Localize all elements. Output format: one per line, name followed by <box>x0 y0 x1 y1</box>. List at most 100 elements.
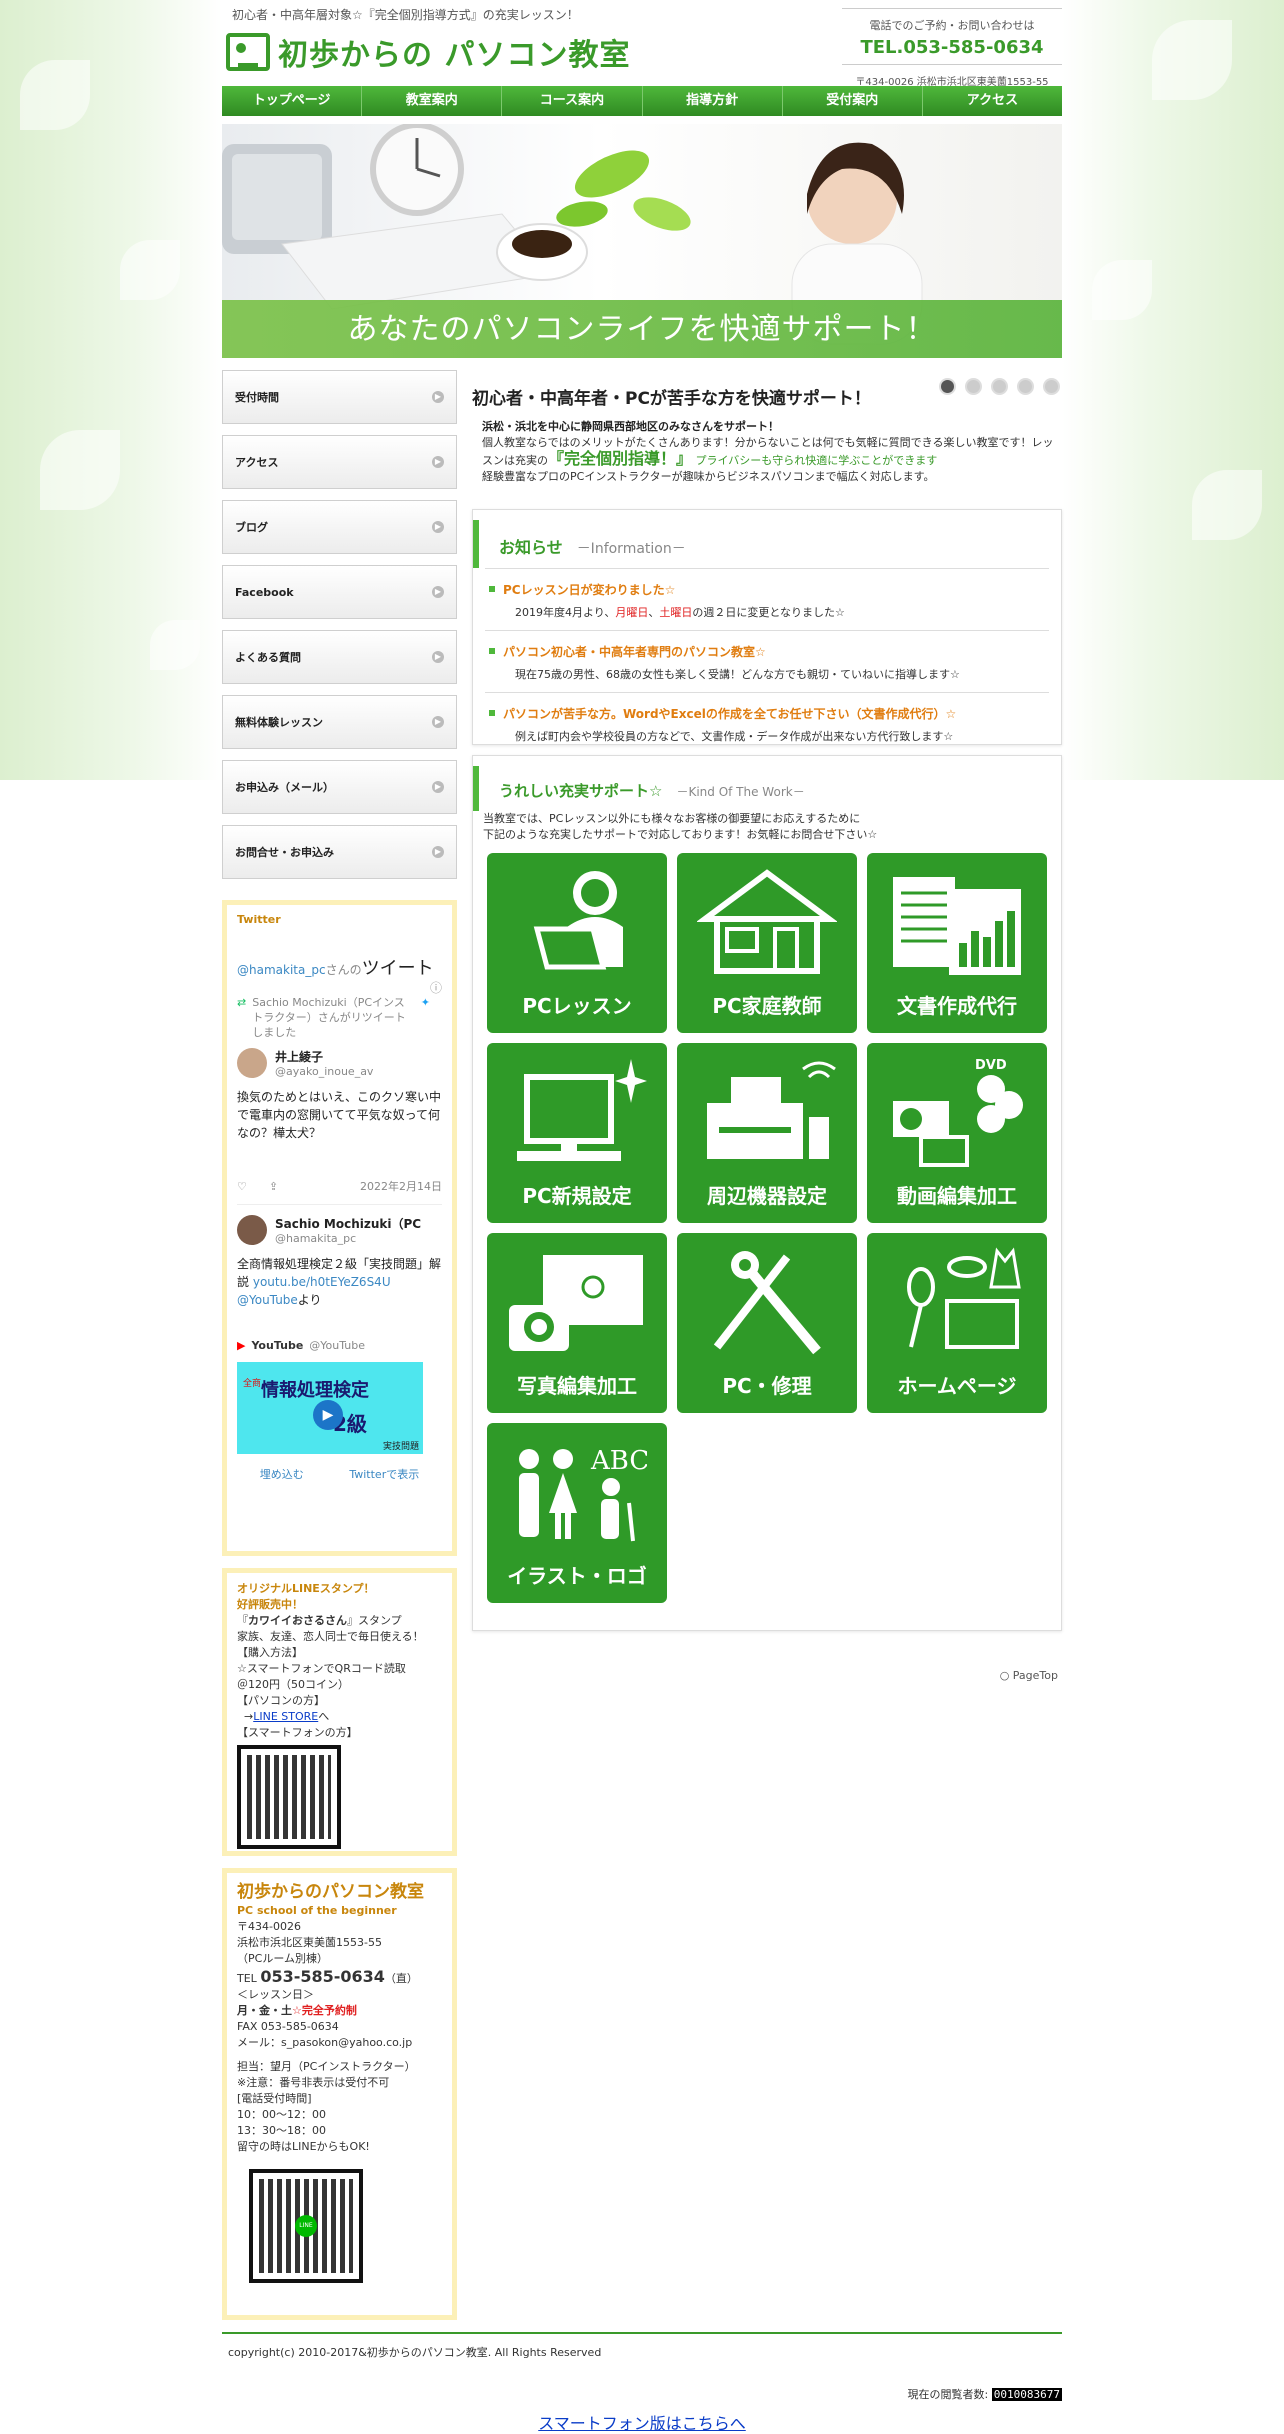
youtube-icon: ▶ <box>237 1339 246 1352</box>
school-caution: ※注意：番号非表示は受付不可 <box>237 2076 390 2089</box>
printer-icon <box>707 1061 836 1159</box>
smartphone-link[interactable]: スマートフォン版はこちらへ <box>222 2410 1062 2434</box>
service-pc-tutor[interactable]: PC家庭教師 <box>677 853 857 1033</box>
line-store-link[interactable]: LINE STORE <box>253 1710 318 1723</box>
house-icon <box>697 869 837 974</box>
chevron-right-icon: ▶ <box>432 586 444 598</box>
service-document[interactable]: 文書作成代行 <box>867 853 1047 1033</box>
tweet-1-date[interactable]: 2022年2月14日 <box>360 1178 442 1194</box>
service-peripherals[interactable]: 周辺機器設定 <box>677 1043 857 1223</box>
service-illustration[interactable]: ABC イラスト・ロゴ <box>487 1423 667 1603</box>
service-pc-lesson[interactable]: PCレッスン <box>487 853 667 1033</box>
intro-closing: 経験豊富なプロのPCインストラクターが趣味からビジネスパソコンまで幅広く対応しま… <box>482 470 935 483</box>
tile-label: PCレッスン <box>522 994 632 1018</box>
slider-dot-4[interactable] <box>1017 378 1034 395</box>
tweet-2-mention[interactable]: @YouTube <box>237 1293 298 1307</box>
page-wrapper: 初心者・中高年層対象☆『完全個別指導方式』の充実レッスン！ 初歩からの パソコン… <box>222 0 1062 2434</box>
sidebar-item-trial[interactable]: 無料体験レッスン ▶ <box>222 695 457 749</box>
hero-banner: あなたのパソコンライフを快適サポート！ <box>222 124 1062 358</box>
tile-label: ホームページ <box>897 1374 1017 1398</box>
visitor-counter: 現在の閲覧者数: 0010083677 <box>908 2386 1062 2402</box>
footer: copyright(c) 2010-2017&初歩からのパソコン教室. All … <box>222 2332 1062 2370</box>
news-item[interactable]: パソコンが苦手な方。WordやExcelの作成を全てお任せ下さい（文書作成代行）… <box>485 692 1049 754</box>
lesson-label: ＜レッスン日＞ <box>237 1988 314 2001</box>
service-pc-setup[interactable]: PC新規設定 <box>487 1043 667 1223</box>
tweet-2-link[interactable]: youtu.be/h0tEYeZ6S4U <box>253 1275 391 1289</box>
sidebar-item-hours[interactable]: 受付時間 ▶ <box>222 370 457 424</box>
slider-dot-2[interactable] <box>965 378 982 395</box>
nav-top[interactable]: トップページ <box>222 86 363 116</box>
nav-access[interactable]: アクセス <box>923 86 1062 116</box>
page-top-link[interactable]: ○ PageTop <box>472 1669 1062 1682</box>
lesson-note: ☆完全予約制 <box>292 2004 357 2017</box>
homepage-icon <box>907 1247 1021 1349</box>
info-icon[interactable]: ⓘ <box>430 979 442 997</box>
tweet-1-name: 井上綾子 <box>275 1050 324 1064</box>
line-stamp-box: オリジナルLINEスタンプ！ 好評販売中！ 『カワイイおさるさん』スタンプ 家族… <box>222 1568 457 1856</box>
share-icon[interactable]: ⇪ <box>269 1180 278 1193</box>
sidebar-item-facebook[interactable]: Facebook ▶ <box>222 565 457 619</box>
news-body-tail: の週２日に変更となりました☆ <box>692 606 845 619</box>
header-address: 〒434-0026 浜松市浜北区東美薗1553-55 <box>842 64 1062 88</box>
avatar <box>237 1048 267 1078</box>
nav-course[interactable]: コース案内 <box>502 86 643 116</box>
news-item-title: パソコンが苦手な方。WordやExcelの作成を全てお任せ下さい（文書作成代行）… <box>503 707 957 721</box>
twitter-title: Twitter <box>237 913 281 926</box>
thumb-corner: 実技問題 <box>382 1442 419 1452</box>
slider-dot-5[interactable] <box>1043 378 1060 395</box>
news-title: お知らせ <box>499 538 563 557</box>
bracket-open: 『 <box>237 1614 248 1627</box>
service-homepage[interactable]: ホームページ <box>867 1233 1047 1413</box>
computer-user-icon <box>226 33 270 71</box>
tweet-2-author[interactable]: Sachio Mochizuki（PC @hamakita_pc <box>237 1215 442 1245</box>
header-tel[interactable]: TEL.053-585-0634 <box>842 37 1062 58</box>
news-item[interactable]: パソコン初心者・中高年者専門のパソコン教室☆ 現在75歳の男性、68歳の女性も楽… <box>485 630 1049 692</box>
photo-camera-icon <box>509 1255 643 1351</box>
twitter-bird-icon[interactable]: ✦ <box>421 995 430 1040</box>
service-photo[interactable]: 写真編集加工 <box>487 1233 667 1413</box>
heart-icon[interactable]: ♡ <box>237 1180 247 1193</box>
absent-note: 留守の時はLINEからもOK! <box>237 2140 370 2153</box>
chevron-right-icon: ▶ <box>432 391 444 403</box>
sidebar-item-faq[interactable]: よくある質問 ▶ <box>222 630 457 684</box>
news-item[interactable]: PCレッスン日が変わりました☆ 2019年度4月より、月曜日、土曜日の週２日に変… <box>485 568 1049 630</box>
abc-label: ABC <box>590 1446 647 1476</box>
school-tel-row: TEL 053-585-0634（直） <box>237 1969 442 1987</box>
sidebar-item-mail[interactable]: お申込み（メール） ▶ <box>222 760 457 814</box>
line-stamp-title1: オリジナルLINEスタンプ！ <box>237 1582 375 1595</box>
sidebar-item-access[interactable]: アクセス ▶ <box>222 435 457 489</box>
sidebar-item-contact[interactable]: お問合せ・お申込み ▶ <box>222 825 457 879</box>
twitter-handle-link[interactable]: @hamakita_pc <box>237 963 326 977</box>
intro-privacy: プライバシーも守られ快適に学ぶことができます <box>695 454 938 467</box>
nav-about[interactable]: 教室案内 <box>362 86 503 116</box>
tweet-1-author[interactable]: 井上綾子 @ayako_inoue_av <box>237 1048 442 1078</box>
tweet-1-text: 換気のためとはいえ、このクソ寒い中で電車内の窓開いてて平気な奴って何なの？樺太犬… <box>237 1090 442 1140</box>
intro-lead: 浜松・浜北を中心に静岡県西部地区のみなさんをサポート！ <box>482 420 779 433</box>
service-repair[interactable]: PC・修理 <box>677 1233 857 1413</box>
school-name-en: PC school of the beginner <box>237 1904 397 1917</box>
slider-dot-1[interactable] <box>939 378 956 395</box>
nav-reception[interactable]: 受付案内 <box>783 86 923 116</box>
pc-lesson-icon <box>533 871 623 970</box>
embed-link[interactable]: 埋め込む <box>260 1466 304 1482</box>
main-content: 初心者・中高年者・PCが苦手な方を快適サポート！ 浜松・浜北を中心に静岡県西部地… <box>472 370 1062 1682</box>
lesson-days: 月・金・土 <box>237 2004 292 2017</box>
slider-dot-3[interactable] <box>991 378 1008 395</box>
youtube-card-header[interactable]: ▶ YouTube @YouTube <box>237 1339 442 1352</box>
sidebar-item-blog[interactable]: ブログ ▶ <box>222 500 457 554</box>
video-thumbnail[interactable]: 情報処理検定 全商 2級 実技問題 ▶ <box>237 1362 423 1454</box>
school-tel[interactable]: 053-585-0634 <box>260 1967 385 1986</box>
news-comma: 、 <box>648 606 660 619</box>
service-video[interactable]: DVD 動画編集加工 <box>867 1043 1047 1223</box>
play-icon[interactable]: ▶ <box>313 1400 343 1430</box>
site-logo[interactable]: 初歩からの パソコン教室 <box>226 30 630 74</box>
nav-policy[interactable]: 指導方針 <box>643 86 783 116</box>
chevron-right-icon: ▶ <box>432 846 444 858</box>
sidebar-item-label: お問合せ・お申込み <box>235 846 334 859</box>
sidebar-item-label: アクセス <box>235 456 279 469</box>
view-on-twitter-link[interactable]: Twitterで表示 <box>349 1466 419 1482</box>
news-item-body: 2019年度4月より、月曜日、土曜日の週２日に変更となりました☆ <box>503 604 1031 620</box>
news-monday: 月曜日 <box>615 606 649 619</box>
global-nav: トップページ 教室案内 コース案内 指導方針 受付案内 アクセス <box>222 86 1062 116</box>
school-mail: メール：s_pasokon@yahoo.co.jp <box>237 2036 413 2049</box>
